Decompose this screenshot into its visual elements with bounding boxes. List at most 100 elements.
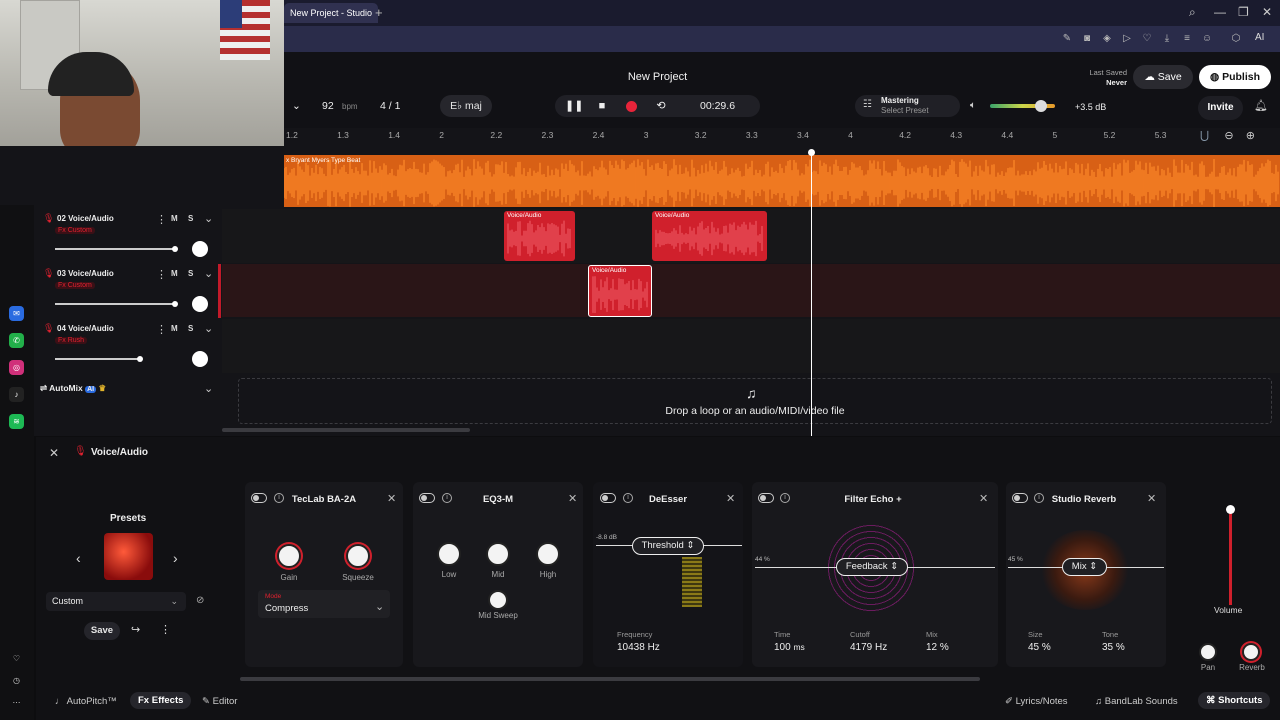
invite-button[interactable]: Invite (1198, 96, 1243, 120)
chevron-right-icon[interactable]: › (173, 550, 178, 566)
close-icon[interactable]: ✕ (568, 492, 577, 505)
loop-icon[interactable]: ⟲ (654, 99, 668, 113)
automix-row[interactable]: ⇌ AutoMix AI ♛ (40, 383, 106, 394)
track-volume-fader[interactable] (55, 248, 175, 250)
more-icon[interactable]: ⋮ (156, 268, 167, 281)
track-volume-knob[interactable] (137, 356, 143, 362)
list-icon[interactable]: ≡ (1181, 33, 1193, 45)
info-icon[interactable]: i (442, 493, 452, 503)
new-tab-icon[interactable]: + (375, 5, 383, 20)
effect-toggle[interactable] (251, 493, 267, 503)
autopitch-tab[interactable]: ♩ AutoPitch™ (55, 696, 117, 707)
close-icon[interactable]: ✕ (726, 492, 735, 505)
clock-icon[interactable]: ◷ (9, 673, 24, 688)
mid-knob[interactable] (486, 542, 510, 566)
frequency-value[interactable]: 10438 Hz (617, 642, 660, 653)
camera-icon[interactable]: ◙ (1081, 33, 1093, 45)
instagram-icon[interactable]: ◎ (9, 360, 24, 375)
high-knob[interactable] (536, 542, 560, 566)
minimize-icon[interactable]: — (1214, 5, 1226, 19)
track-volume-knob[interactable] (172, 301, 178, 307)
mute-button[interactable]: M (171, 214, 178, 223)
beat-track-clip[interactable] (284, 155, 1280, 207)
profile-icon[interactable]: ☺ (1201, 33, 1213, 45)
messenger-icon[interactable]: ✉ (9, 306, 24, 321)
zoom-in-icon[interactable]: ⊕ (1246, 130, 1255, 142)
chevron-down-icon[interactable]: ⌄ (204, 322, 213, 335)
size-value[interactable]: 45 % (1028, 642, 1051, 653)
close-icon[interactable]: ✕ (1262, 5, 1272, 19)
bpm-value[interactable]: 92 (322, 100, 334, 112)
track-volume-slider[interactable] (1229, 510, 1232, 605)
browser-tab[interactable]: New Project - Studio (284, 3, 379, 23)
more-icon[interactable]: ⋮ (160, 623, 171, 636)
solo-button[interactable]: S (188, 214, 193, 223)
tiktok-icon[interactable]: ♪ (9, 387, 24, 402)
solo-button[interactable]: S (188, 324, 193, 333)
track-fx-03[interactable]: Fx Custom (55, 282, 95, 289)
solo-button[interactable]: S (188, 269, 193, 278)
heart-icon[interactable]: ♡ (1141, 33, 1153, 45)
track-pan-knob[interactable] (192, 241, 208, 257)
preset-select[interactable]: Custom ⌄ (46, 592, 186, 611)
track-volume-fader[interactable] (55, 303, 175, 305)
cutoff-value[interactable]: 4179 Hz (850, 642, 887, 653)
threshold-control[interactable]: Threshold ⇕ (632, 537, 704, 555)
chevron-down-icon[interactable]: ⌄ (204, 382, 213, 395)
playhead-handle[interactable] (808, 149, 815, 156)
track-volume-knob[interactable] (172, 246, 178, 252)
info-icon[interactable]: i (780, 493, 790, 503)
close-icon[interactable]: ✕ (979, 492, 988, 505)
remove-preset-icon[interactable]: ⊘ (196, 595, 204, 606)
preset-artwork[interactable] (104, 533, 153, 580)
timeline-ruler[interactable] (284, 128, 1280, 146)
pan-knob[interactable] (1199, 643, 1217, 661)
whatsapp-icon[interactable]: ✆ (9, 333, 24, 348)
speaker-icon[interactable]: 🔈︎ (970, 100, 976, 111)
shortcuts-button[interactable]: ⌘ Shortcuts (1198, 692, 1271, 709)
track-fx-02[interactable]: Fx Custom (55, 227, 95, 234)
bandlab-sounds-tab[interactable]: ♫ BandLab Sounds (1095, 696, 1178, 707)
close-icon[interactable]: ✕ (1147, 492, 1156, 505)
search-icon[interactable]: ⌕ (1189, 5, 1196, 20)
magnet-icon[interactable]: ⋃ (1200, 130, 1209, 142)
pause-icon[interactable]: ❚❚ (565, 99, 583, 113)
editor-tab[interactable]: ✎ Editor (202, 696, 237, 707)
download-icon[interactable]: ⤓ (1161, 33, 1173, 45)
heart-icon[interactable]: ♡ (9, 651, 24, 666)
lyrics-notes-tab[interactable]: ✐ Lyrics/Notes (1005, 696, 1068, 707)
gain-knob[interactable] (277, 544, 301, 568)
restore-icon[interactable]: ❐ (1238, 5, 1249, 19)
effect-toggle[interactable] (419, 493, 435, 503)
track-fx-04[interactable]: Fx Rush (55, 337, 88, 344)
track-lane-04[interactable] (222, 319, 1280, 373)
chevron-left-icon[interactable]: ‹ (76, 550, 81, 566)
audio-clip[interactable]: Voice/Audio (652, 211, 767, 261)
close-icon[interactable]: ✕ (387, 492, 396, 505)
info-icon[interactable]: i (274, 493, 284, 503)
mix-control[interactable]: Mix ⇕ (1062, 558, 1107, 576)
key-selector[interactable]: E♭ maj (440, 95, 492, 117)
mix-value[interactable]: 12 % (926, 642, 949, 653)
project-title[interactable]: New Project (560, 71, 755, 83)
preset-save-button[interactable]: Save (84, 622, 120, 640)
reverb-knob[interactable] (1242, 643, 1260, 661)
bell-icon[interactable]: 🔔︎ (1254, 99, 1268, 112)
time-value[interactable]: 100 ms (774, 642, 805, 653)
timeline-scrollbar[interactable] (222, 428, 470, 432)
info-icon[interactable]: i (623, 493, 633, 503)
playhead[interactable] (811, 150, 812, 436)
extension-icon[interactable]: ⬡ (1230, 33, 1242, 45)
chevron-down-icon[interactable]: ⌄ (292, 100, 301, 112)
chevron-down-icon[interactable]: ⌄ (204, 212, 213, 225)
zoom-out-icon[interactable]: ⊖ (1224, 130, 1233, 142)
effect-toggle[interactable] (600, 493, 616, 503)
squeeze-knob[interactable] (346, 544, 370, 568)
track-volume-handle[interactable] (1226, 505, 1235, 514)
more-icon[interactable]: ⋮ (156, 213, 167, 226)
record-icon[interactable] (626, 101, 637, 112)
effects-tab[interactable]: Fx Effects (130, 692, 192, 709)
share-icon[interactable]: ↪ (131, 623, 140, 636)
stop-icon[interactable]: ■ (595, 99, 609, 113)
tone-value[interactable]: 35 % (1102, 642, 1125, 653)
